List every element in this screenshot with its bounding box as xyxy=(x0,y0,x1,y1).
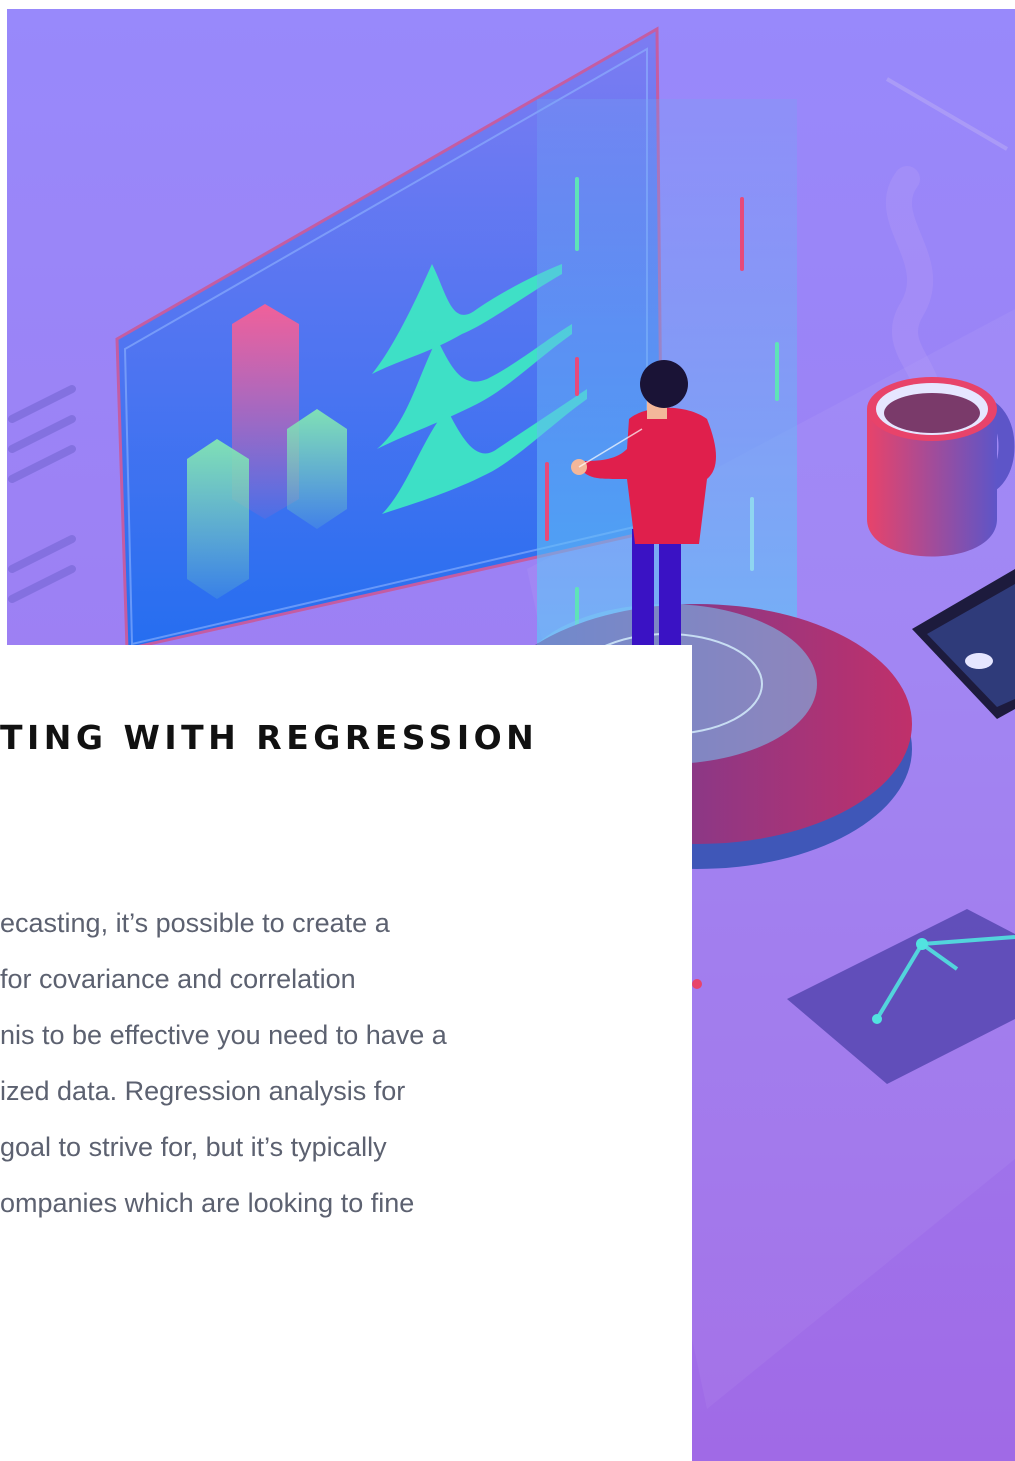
body-line: goal to strive for, but it’s typically xyxy=(0,1132,387,1162)
body-line: ized data. Regression analysis for xyxy=(0,1076,406,1106)
article-body: ecasting, it’s possible to create a for … xyxy=(0,895,560,1231)
coffee-mug xyxy=(867,377,1015,557)
body-line: ompanies which are looking to fine xyxy=(0,1188,415,1218)
bar-green-left xyxy=(187,439,249,599)
bar-green-right xyxy=(287,409,347,529)
body-line: nis to be effective you need to have a xyxy=(0,1020,447,1050)
body-line: ecasting, it’s possible to create a xyxy=(0,908,390,938)
article-heading: TING WITH REGRESSION xyxy=(0,718,539,757)
body-line: for covariance and correlation xyxy=(0,964,356,994)
